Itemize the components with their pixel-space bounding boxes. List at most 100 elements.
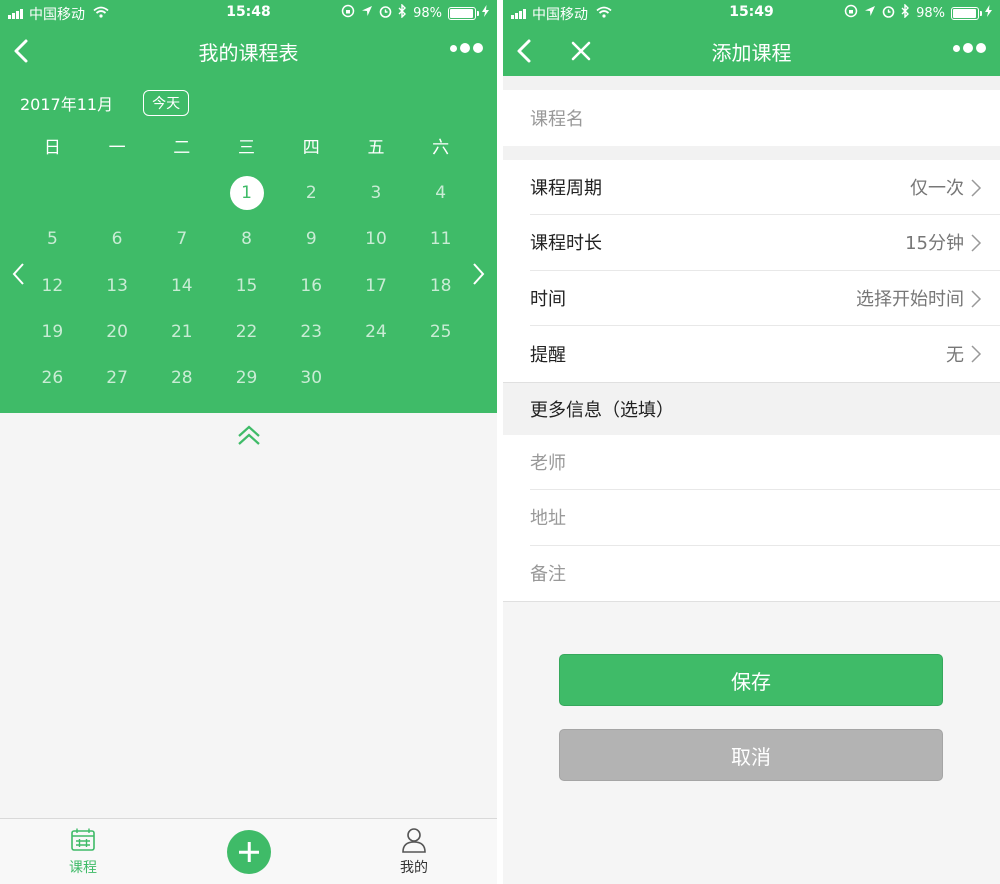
rotation-lock-icon [341,4,355,22]
calendar-day[interactable]: 22 [214,315,279,349]
address-placeholder: 地址 [530,508,566,530]
day-label: 16 [300,275,323,296]
more-menu-button[interactable] [450,43,483,53]
calendar-day[interactable]: 1 [214,176,279,211]
calendar-day[interactable]: 19 [20,315,85,349]
day-label: 12 [41,275,64,296]
day-label: 22 [235,322,258,343]
day-label: 5 [46,229,58,250]
battery-icon [448,6,479,20]
calendar-day[interactable]: 17 [344,269,409,303]
calendar-week-row: 5 6 7 8 9 10 11 [20,216,473,262]
day-label: 9 [305,229,317,250]
calendar-day[interactable]: 9 [279,222,344,256]
day-label: 25 [429,322,452,343]
page-title: 添加课程 [711,41,792,65]
weekday-label: 四 [302,138,320,158]
calendar-day[interactable]: 11 [408,222,473,256]
calendar-day[interactable]: 6 [85,222,150,256]
bluetooth-icon [398,3,407,22]
battery-percent: 98% [916,5,945,21]
address-field[interactable]: 地址 [530,490,1000,546]
course-name-field[interactable]: 课程名 [530,90,1000,146]
day-label: 13 [106,275,128,296]
calendar-day[interactable]: 14 [149,269,214,303]
course-duration-row[interactable]: 课程时长 15分钟 [530,215,1000,271]
course-duration-label: 课程时长 [530,233,602,255]
add-course-button[interactable] [227,830,271,874]
calendar-day[interactable]: 26 [20,361,85,395]
calendar-day[interactable]: 3 [344,176,409,210]
calendar-day[interactable]: 28 [149,361,214,395]
day-label: 17 [365,275,387,296]
day-label: 30 [300,368,323,389]
calendar-day[interactable]: 18 [408,269,473,303]
calendar-day[interactable]: 16 [279,269,344,303]
note-field[interactable]: 备注 [530,546,1000,602]
course-time-row[interactable]: 时间 选择开始时间 [530,271,1000,326]
battery-percent: 98% [413,5,442,21]
section-gap [503,76,1000,90]
calendar-day[interactable]: 12 [20,269,85,303]
calendar-day[interactable]: 7 [149,222,214,256]
more-menu-button[interactable] [953,43,986,53]
course-cycle-label: 课程周期 [530,177,602,199]
calendar-day[interactable]: 25 [408,315,473,349]
charging-icon [985,5,992,21]
tab-courses[interactable]: 课程 [53,827,113,877]
cancel-button[interactable]: 取消 [559,729,943,781]
course-time-label: 时间 [530,288,566,310]
prev-month-button[interactable] [10,260,28,288]
more-info-group: 老师 地址 备注 [503,434,1000,602]
chevron-right-icon [971,345,982,363]
status-right: 98% [844,3,992,22]
calendar-day[interactable]: 24 [344,315,409,349]
collapse-calendar-button[interactable] [236,424,262,448]
calendar-empty-cell [20,176,85,210]
day-label: 11 [429,229,452,250]
calendar-day[interactable]: 20 [85,315,150,349]
nav-bar: 我的课程表 [0,26,497,76]
calendar-day[interactable]: 4 [408,176,473,210]
chevron-right-icon [971,234,982,252]
page-title: 我的课程表 [198,41,299,65]
more-dot-icon [953,44,960,52]
tab-mine[interactable]: 我的 [384,827,444,877]
day-label: 7 [176,229,188,250]
section-gap [503,145,1000,160]
calendar-day[interactable]: 5 [20,222,85,256]
calendar-day[interactable]: 29 [214,361,279,395]
day-label: 18 [429,275,452,296]
more-dot-icon [450,44,457,52]
nav-bar: 添加课程 [503,26,1000,76]
tab-bar: 课程 我的 [0,818,497,884]
calendar-day[interactable]: 8 [214,222,279,256]
teacher-placeholder: 老师 [530,452,566,474]
today-button[interactable]: 今天 [143,90,190,116]
user-icon [402,828,426,853]
chevron-left-icon [12,263,24,285]
bluetooth-icon [901,3,910,22]
calendar-day[interactable]: 2 [279,176,344,210]
day-label: 10 [365,229,387,250]
day-label: 23 [300,322,323,343]
battery-icon [951,6,982,20]
calendar-day[interactable]: 27 [85,361,150,395]
teacher-field[interactable]: 老师 [530,435,1000,490]
course-cycle-row[interactable]: 课程周期 仅一次 [530,160,1000,215]
selected-day-label: 1 [229,176,264,211]
day-label: 19 [41,322,64,343]
calendar-day[interactable]: 13 [85,269,150,303]
course-reminder-row[interactable]: 提醒 无 [530,326,1000,382]
day-label: 24 [365,322,387,343]
add-course-screen: 中国移动 15:49 98% 添加课程 课程名 课程周期 仅一次 课程时长 15… [503,0,1000,884]
day-label: 15 [235,275,258,296]
day-label: 2 [305,183,317,204]
calendar-day[interactable]: 30 [279,361,344,395]
next-month-button[interactable] [469,260,487,288]
calendar-day[interactable]: 15 [214,269,279,303]
calendar-day[interactable]: 10 [344,222,409,256]
calendar-day[interactable]: 23 [279,315,344,349]
calendar-day[interactable]: 21 [149,315,214,349]
save-button[interactable]: 保存 [559,654,943,706]
